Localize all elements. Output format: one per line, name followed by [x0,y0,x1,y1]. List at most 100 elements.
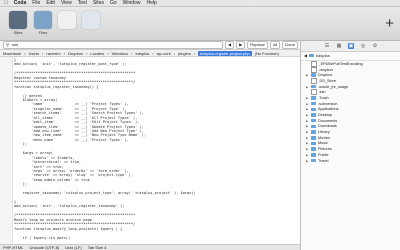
status-tab-size[interactable]: Tab Size 4 [88,245,107,250]
find-query: sml [12,42,19,47]
menu-go[interactable]: Go [110,0,117,6]
file-browser-header: ◀ tutsplus [301,51,400,61]
menu-bar:  Coda File Edit View Text Sites Go Wind… [0,0,400,7]
chevron-right-icon: › [63,50,65,56]
site-thumb-3[interactable] [57,11,77,37]
code-line[interactable]: if ( $query->is_main() [14,236,299,240]
menu-app-name[interactable]: Coda [14,0,27,6]
folder-icon [311,136,316,140]
folder-icon [311,96,316,100]
replace-button[interactable]: Replace [247,41,268,49]
function-selector[interactable]: (No Function) [255,51,279,56]
line-number-gutter [0,57,13,244]
disclosure-triangle-icon[interactable]: ▶ [306,85,309,89]
list-icon[interactable]: ☰ [324,43,330,49]
breadcrumb-item[interactable]: rachelm [46,51,60,56]
breadcrumb-item[interactable]: Dropbox [68,51,83,56]
code-text[interactable]: } add_action( 'init', 'tutsplus_register_… [14,58,299,240]
site-thumb-4[interactable] [81,11,101,37]
disclosure-triangle-icon[interactable]: ▶ [306,136,309,140]
disclosure-triangle-icon[interactable]: ▶ [306,73,309,77]
status-bar: PHP-HTML Unicode (UTF-8) Unix (LF) Tab S… [0,244,300,250]
disclosure-triangle-icon[interactable]: ▶ [306,102,309,106]
menu-text[interactable]: Text [78,0,87,6]
menu-view[interactable]: View [61,0,72,6]
file-name: Music [318,141,328,146]
folder-icon [311,118,316,123]
apple-icon[interactable]:  [4,0,8,6]
chevron-right-icon: › [107,50,109,56]
folder-icon [311,158,316,163]
disclosure-triangle-icon[interactable]: ▶ [306,107,309,111]
file-name: Movies [318,135,331,140]
back-icon[interactable]: ◀ [304,53,307,58]
menu-file[interactable]: File [32,0,40,6]
search-icon: ⚲ [6,42,9,47]
menu-edit[interactable]: Edit [46,0,55,6]
disclosure-triangle-icon[interactable]: ▶ [306,113,309,117]
breadcrumb-item[interactable]: Webdocs [112,51,129,56]
disclosure-triangle-icon[interactable]: ▶ [306,130,309,134]
breadcrumb-active-file[interactable]: tutsplus-register-project.php [198,50,252,56]
sites-thumbnail [9,11,27,29]
breadcrumb-item[interactable]: Locales [90,51,104,56]
file-name: Desktop [318,113,332,118]
file-name: .Trash [318,95,329,100]
file-name: .dropbox [318,67,334,72]
site-thumbnail [82,11,100,29]
disclosure-triangle-icon[interactable]: ▶ [306,141,309,145]
sites-icon[interactable]: ▦ [336,43,342,49]
menu-window[interactable]: Window [123,0,141,6]
breadcrumb-item[interactable]: wp-cont [157,51,171,56]
site-label: Sites [13,30,23,35]
chevron-right-icon: › [193,50,196,56]
file-name: .oracle_jre_usage [318,84,349,89]
disclosure-triangle-icon[interactable]: ▶ [306,124,309,128]
file-list: _EPUBePubTestEncoding .dropbox ▶ Dropbox .DS… [301,60,400,164]
toolbar: Sites Files + [0,7,400,41]
close-find-button[interactable]: Done [282,41,298,49]
disclosure-triangle-icon[interactable]: ▶ [306,147,309,151]
status-syntax[interactable]: PHP-HTML [3,245,23,250]
folder-icon [311,84,316,89]
current-location[interactable]: tutsplus [316,53,330,58]
file-name: Public [318,152,329,157]
code-editor[interactable]: } add_action( 'init', 'tutsplus_register_… [0,57,300,244]
disclosure-triangle-icon[interactable]: ▶ [306,153,309,157]
chevron-right-icon: › [173,50,176,56]
file-name: Documents [318,118,338,123]
breadcrumb: Macintosh › Users › rachelm › Dropbox › … [0,50,300,57]
folder-icon[interactable]: ▣ [348,43,354,49]
plus-icon[interactable]: + [385,16,394,31]
file-icon [311,66,317,73]
next-match-button[interactable]: ▶ [236,41,246,49]
file-list-item[interactable]: ▶ Travel [301,158,400,164]
menu-sites[interactable]: Sites [93,0,104,6]
folder-icon [311,107,316,112]
file-name: Dropbox [318,73,333,78]
folder-icon [311,153,316,157]
status-encoding[interactable]: Unicode (UTF-8) [29,245,59,250]
folder-icon [309,53,315,58]
prev-match-button[interactable]: ◀ [225,41,235,49]
menu-help[interactable]: Help [146,0,156,6]
breadcrumb-item[interactable]: Users [29,51,39,56]
breadcrumb-item[interactable]: Macintosh [3,51,21,56]
file-icon [311,89,317,96]
chevron-right-icon: › [24,50,26,56]
disclosure-triangle-icon[interactable]: ▶ [306,96,309,100]
replace-all-button[interactable]: All [269,41,281,49]
site-thumb-sites[interactable]: Sites [8,11,28,37]
globe-icon[interactable]: ◎ [360,43,366,49]
find-input[interactable]: ⚲ sml [3,41,223,49]
chevron-right-icon: › [152,50,154,56]
gear-icon[interactable]: ⚙ [372,43,378,49]
disclosure-triangle-icon[interactable]: ▶ [306,159,309,163]
breadcrumb-item[interactable]: tutsplus [136,51,150,56]
disclosure-triangle-icon[interactable]: ▶ [306,119,309,123]
file-browser-panel: ☰ ▦ ▣ ◎ ⚙ ◀ tutsplus _EPUBePubTestEncodi… [300,41,400,250]
site-label: Files [38,30,48,35]
status-line-endings[interactable]: Unix (LF) [65,245,81,250]
site-thumb-files[interactable]: Files [33,11,53,37]
breadcrumb-item[interactable]: plugins [178,51,191,56]
